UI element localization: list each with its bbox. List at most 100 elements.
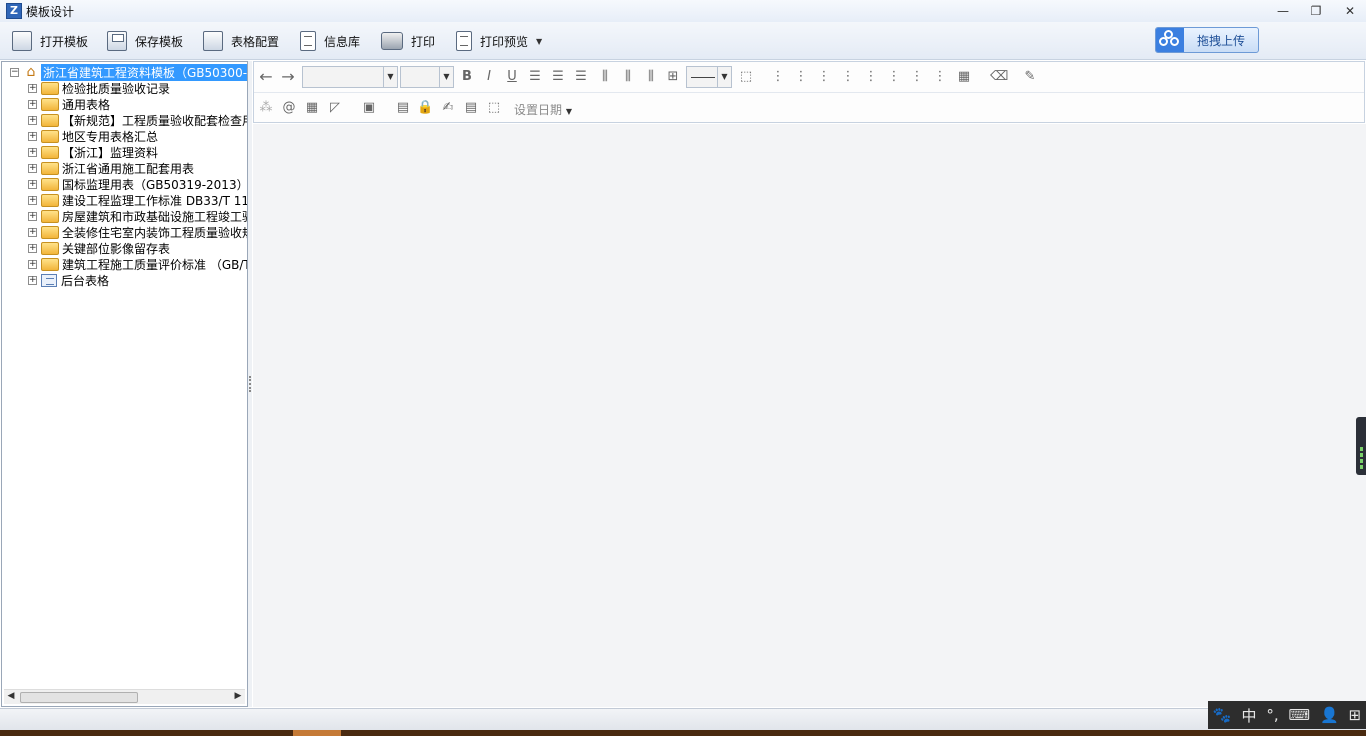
redo-icon[interactable]: →: [280, 69, 296, 85]
tree-item-label[interactable]: 建设工程监理工作标准 DB33/T 1104: [62, 192, 247, 209]
expand-icon[interactable]: +: [28, 115, 37, 125]
lock-icon[interactable]: 🔒: [417, 100, 433, 116]
signature-icon[interactable]: ✍: [440, 100, 456, 116]
tree-item[interactable]: + 【新规范】工程质量验收配套检查用表: [28, 112, 247, 129]
restore-icon[interactable]: ❐: [1305, 2, 1327, 20]
tree-item-label[interactable]: 全装修住宅室内装饰工程质量验收规范: [62, 224, 247, 241]
tree-item-label[interactable]: 【新规范】工程质量验收配套检查用表: [62, 112, 247, 129]
tree-item-label[interactable]: 关键部位影像留存表: [62, 240, 170, 257]
font-size-select[interactable]: ▼: [400, 66, 454, 88]
split-row-icon[interactable]: ⋮: [909, 69, 925, 85]
tree-item[interactable]: + 通用表格: [28, 96, 110, 112]
scroll-left-icon[interactable]: ◀: [5, 691, 17, 701]
user-icon[interactable]: 👤: [1320, 706, 1339, 724]
punctuation-toggle[interactable]: °,: [1266, 706, 1278, 724]
set-date-button[interactable]: 设置日期 ▼: [514, 101, 572, 118]
bold-icon[interactable]: B: [459, 69, 475, 85]
align-center-icon[interactable]: ☰: [550, 69, 566, 85]
template-canvas[interactable]: [253, 124, 1366, 707]
info-library-button[interactable]: 信息库: [300, 29, 360, 53]
tree-item[interactable]: + 【浙江】监理资料: [28, 144, 158, 160]
tree-item[interactable]: + 国标监理用表（GB50319-2013）: [28, 176, 247, 193]
tree-item-label[interactable]: 通用表格: [62, 96, 110, 113]
tree-item[interactable]: + 浙江省通用施工配套用表: [28, 160, 194, 176]
tree-root-label[interactable]: 浙江省建筑工程资料模板（GB50300-2013）: [41, 63, 247, 81]
save-template-button[interactable]: 保存模板: [107, 29, 183, 53]
tree-item[interactable]: + 房屋建筑和市政基础设施工程竣工验收: [28, 208, 247, 225]
merge-cells-icon[interactable]: ⊞: [665, 69, 681, 85]
expand-icon[interactable]: +: [28, 227, 37, 237]
print-button[interactable]: 打印: [381, 29, 435, 53]
expand-icon[interactable]: +: [28, 131, 37, 141]
expand-icon[interactable]: +: [28, 83, 37, 93]
expand-icon[interactable]: +: [28, 163, 37, 173]
expand-icon[interactable]: +: [28, 179, 37, 189]
insert-column-icon[interactable]: ⋮: [793, 69, 809, 85]
tree-item-label[interactable]: 浙江省通用施工配套用表: [62, 160, 194, 177]
font-family-select[interactable]: ▼: [302, 66, 398, 88]
valign-bottom-icon[interactable]: ⫼: [643, 69, 659, 85]
tree-item[interactable]: + 后台表格: [28, 272, 109, 288]
paw-icon[interactable]: 🐾: [1213, 706, 1232, 724]
tree-item-label[interactable]: 地区专用表格汇总: [62, 128, 158, 145]
tree-item-label[interactable]: 【浙江】监理资料: [62, 144, 158, 161]
at-sign-icon[interactable]: @: [281, 100, 297, 116]
expand-icon[interactable]: +: [28, 243, 37, 253]
close-icon[interactable]: ✕: [1339, 2, 1361, 20]
cell-select-icon[interactable]: ⬚: [486, 100, 502, 116]
expand-icon[interactable]: +: [28, 275, 37, 285]
tree-item[interactable]: + 建筑工程施工质量评价标准 （GB/T 50375）: [28, 256, 247, 273]
tree-item-label[interactable]: 国标监理用表（GB50319-2013）: [62, 176, 247, 193]
page-icon[interactable]: ▤: [395, 100, 411, 116]
tree-item[interactable]: + 全装修住宅室内装饰工程质量验收规范: [28, 224, 247, 241]
expand-icon[interactable]: +: [28, 259, 37, 269]
expand-icon[interactable]: +: [28, 147, 37, 157]
expand-icon[interactable]: +: [28, 211, 37, 221]
valign-top-icon[interactable]: ⫼: [597, 69, 613, 85]
expand-icon[interactable]: +: [28, 99, 37, 109]
table-config-button[interactable]: 表格配置: [203, 29, 279, 53]
minimize-icon[interactable]: —: [1272, 2, 1294, 20]
tree-item-label[interactable]: 建筑工程施工质量评价标准 （GB/T 50375）: [62, 256, 247, 273]
keyboard-icon[interactable]: ⌨: [1288, 706, 1310, 724]
scrollbar-thumb[interactable]: [20, 692, 138, 703]
splitter-grip-icon[interactable]: [249, 376, 251, 392]
form-field-icon[interactable]: ▤: [463, 100, 479, 116]
tree-root[interactable]: − ⌂ 浙江省建筑工程资料模板（GB50300-2013）: [10, 63, 247, 81]
tree-item[interactable]: + 建设工程监理工作标准 DB33/T 1104: [28, 192, 247, 209]
scroll-right-icon[interactable]: ▶: [232, 691, 244, 701]
horizontal-scrollbar[interactable]: ◀ ▶: [4, 689, 245, 704]
tree-item[interactable]: + 关键部位影像留存表: [28, 240, 170, 256]
undo-icon[interactable]: ←: [258, 69, 274, 85]
split-column-icon[interactable]: ⋮: [932, 69, 948, 85]
auto-number-icon[interactable]: ⁂: [258, 100, 274, 116]
delete-row-icon[interactable]: ⋮: [816, 69, 832, 85]
insert-row-icon[interactable]: ⋮: [770, 69, 786, 85]
format-painter-icon[interactable]: ✎: [1022, 69, 1038, 85]
table-grid-icon[interactable]: ▦: [304, 100, 320, 116]
border-icon[interactable]: ⬚: [738, 69, 754, 85]
ime-mode-toggle[interactable]: 中: [1241, 705, 1256, 726]
collapse-icon[interactable]: −: [10, 67, 19, 77]
line-style-select[interactable]: ▼: [686, 66, 732, 88]
print-preview-button[interactable]: 打印预览 ▼: [456, 29, 542, 53]
side-widget-handle[interactable]: [1356, 417, 1366, 475]
eraser-icon[interactable]: ⌫: [990, 69, 1008, 85]
valign-middle-icon[interactable]: ⫼: [620, 69, 636, 85]
open-template-button[interactable]: 打开模板: [12, 29, 88, 53]
delete-column-icon[interactable]: ⋮: [840, 69, 856, 85]
diagonal-line-icon[interactable]: ◸: [327, 100, 343, 116]
italic-icon[interactable]: I: [481, 69, 497, 85]
cell-format-icon[interactable]: ▦: [956, 69, 972, 85]
underline-icon[interactable]: U: [504, 69, 520, 85]
taskbar-active-item[interactable]: [293, 730, 341, 736]
expand-icon[interactable]: +: [28, 195, 37, 205]
image-icon[interactable]: ▣: [361, 100, 377, 116]
append-row-icon[interactable]: ⋮: [863, 69, 879, 85]
chevron-down-icon[interactable]: ▼: [536, 37, 542, 46]
tree-item[interactable]: + 检验批质量验收记录: [28, 80, 170, 96]
tree-item-label[interactable]: 后台表格: [61, 272, 109, 289]
drag-upload-button[interactable]: 拖拽上传: [1155, 27, 1259, 53]
grid-menu-icon[interactable]: ⊞: [1348, 706, 1361, 724]
tree-item-label[interactable]: 房屋建筑和市政基础设施工程竣工验收: [62, 208, 247, 225]
